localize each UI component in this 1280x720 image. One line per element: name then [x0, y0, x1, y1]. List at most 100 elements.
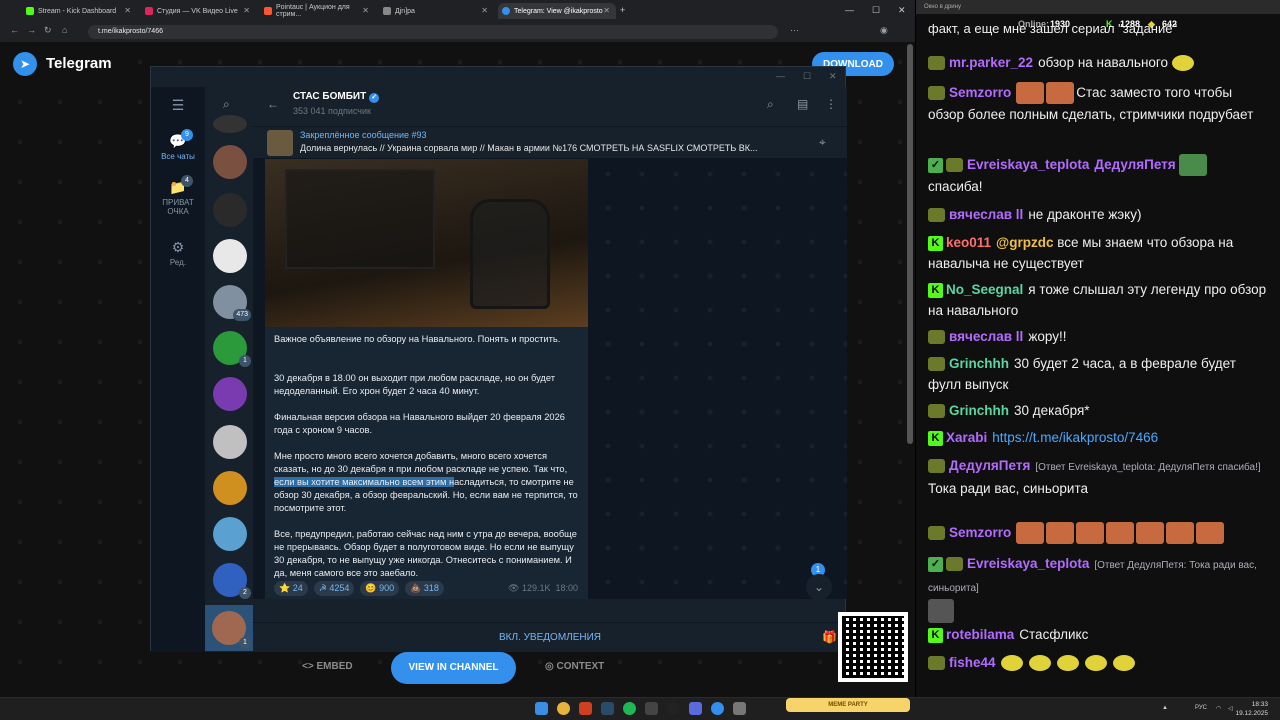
close-tab-icon[interactable]: ✕ — [362, 6, 369, 15]
chat-avatar[interactable] — [213, 377, 247, 411]
telegram-brand: Telegram — [46, 55, 112, 72]
kick-badge-icon: K — [928, 627, 943, 643]
new-tab-icon[interactable]: + — [620, 5, 625, 15]
chat-avatar[interactable]: 473 — [213, 285, 251, 321]
chat-message: Semzorro — [928, 522, 1268, 545]
cap-icon — [928, 208, 945, 223]
check-badge-icon: ✓ — [928, 556, 943, 572]
reaction-hammer-sickle[interactable]: ☭ 4254 — [313, 581, 355, 596]
menu-icon[interactable]: ☰ — [151, 97, 205, 116]
back-arrow-icon[interactable]: ← — [267, 97, 279, 111]
browser-tab-3[interactable]: Pointauc | Аукцион для стрим... ✕ — [260, 3, 375, 19]
forward-icon[interactable]: → — [27, 25, 36, 35]
discord-icon[interactable] — [689, 702, 702, 715]
telegram-icon[interactable] — [711, 702, 724, 715]
chat-avatar-selected[interactable]: 1 — [205, 605, 253, 651]
browser-tab-active[interactable]: Telegram: View @ikakprosto ✕ — [498, 3, 616, 19]
channel-post[interactable]: Важное объявление по обзору на Навальног… — [265, 159, 588, 599]
cap-icon — [946, 557, 963, 572]
spotify-icon[interactable] — [623, 702, 636, 715]
channel-title[interactable]: СТАС БОМБИТ ✓ — [293, 91, 380, 103]
sidebar-toggle-icon[interactable]: ▤ — [797, 97, 808, 111]
browser-tab-1[interactable]: Stream - Kick Dashboard ✕ — [22, 3, 137, 19]
wifi-icon[interactable]: ◠ — [1216, 705, 1221, 712]
reaction-smile[interactable]: 😊 900 — [360, 581, 400, 596]
chat-message: Krotebilama Стасфликс — [928, 624, 1268, 645]
chat-link[interactable]: https://t.me/ikakprosto/7466 — [992, 430, 1158, 445]
app-icon[interactable] — [733, 702, 746, 715]
chat-message: K No_Seegnal я тоже слышал эту легенду про… — [928, 282, 1267, 318]
minimize-icon[interactable]: — — [845, 5, 854, 15]
chrome-icon[interactable] — [557, 702, 570, 715]
channel-header: ← СТАС БОМБИТ ✓ 353 041 подписчик ⌕ ▤ ⋮ — [253, 87, 847, 127]
kick-badge-icon: K — [928, 282, 943, 298]
chat-avatar[interactable] — [213, 517, 247, 551]
scroll-down-button[interactable]: ⌄ — [806, 574, 832, 599]
emote-icon — [928, 599, 954, 623]
chat-avatar[interactable]: 2 — [213, 563, 251, 599]
close-tab-icon[interactable]: ✕ — [124, 6, 131, 15]
browser-tab-2[interactable]: Студия — VK Видео Live ✕ — [141, 3, 256, 19]
more-icon[interactable]: ⋮ — [825, 97, 837, 111]
subscriber-count: 353 041 подписчик — [293, 106, 371, 116]
app-icon[interactable] — [579, 702, 592, 715]
extensions-icon[interactable]: ⋯ — [790, 25, 799, 36]
reaction-poop[interactable]: 💩 318 — [405, 581, 444, 596]
pinned-message[interactable]: Закреплённое сообщение #93 Долина вернул… — [253, 127, 847, 159]
volume-icon[interactable]: ◁ — [1228, 705, 1233, 712]
view-in-channel-button[interactable]: VIEW IN CHANNEL — [391, 652, 516, 684]
folder-edit[interactable]: ⚙ Ред. — [151, 239, 205, 267]
tg-close-icon[interactable]: ✕ — [829, 71, 837, 82]
embed-button[interactable]: <> EMBED — [302, 661, 353, 672]
reaction-star[interactable]: ⭐ 24 — [274, 581, 308, 596]
chat-message: fishe44 — [928, 652, 1268, 673]
check-badge-icon: ✓ — [928, 157, 943, 173]
chat-avatar[interactable] — [213, 239, 247, 273]
chat-avatar[interactable] — [213, 471, 247, 505]
app-icon[interactable] — [645, 702, 658, 715]
pointauc-icon — [264, 7, 272, 15]
close-tab-icon[interactable]: ✕ — [481, 6, 488, 15]
tg-maximize-icon[interactable]: ☐ — [803, 71, 811, 82]
close-tab-icon[interactable]: ✕ — [603, 6, 610, 15]
folder-private[interactable]: 📁 ПРИВАТ ОЧКА 4 — [151, 175, 205, 216]
back-icon[interactable]: ← — [10, 25, 19, 35]
folder-all-chats[interactable]: 💬 Все чаты 9 — [151, 129, 205, 161]
tray-arrow-icon[interactable]: ▲ — [1162, 705, 1168, 711]
post-photo[interactable] — [265, 159, 588, 327]
maximize-icon[interactable]: ☐ — [872, 5, 880, 16]
chat-message: вячеслав ll не драконте жэку) — [928, 204, 1268, 225]
language-indicator[interactable]: РУС — [1195, 705, 1207, 711]
close-tab-icon[interactable]: ✕ — [243, 6, 250, 15]
pinned-list-icon[interactable]: ⌖ — [819, 135, 826, 150]
context-button[interactable]: ◎ CONTEXT — [545, 661, 604, 672]
chat-avatar[interactable] — [213, 115, 247, 133]
cap-icon — [946, 158, 963, 173]
profile-icon[interactable]: ◉ — [880, 25, 888, 36]
enable-notifications-button[interactable]: ВКЛ. УВЕДОМЛЕНИЯ 🎁 — [253, 622, 847, 652]
gift-icon[interactable]: 🎁 — [822, 631, 837, 643]
reload-icon[interactable]: ↻ — [44, 25, 52, 36]
chat-avatar[interactable] — [213, 193, 247, 227]
search-icon[interactable]: ⌕ — [223, 97, 230, 112]
chat-message: факт, а еще мне зашел сериал "задание" — [928, 24, 1178, 36]
steam-icon[interactable] — [601, 702, 614, 715]
page-scrollbar[interactable] — [907, 44, 913, 444]
clock[interactable]: 18:33 19.12.2025 — [1235, 700, 1268, 718]
windows-start-icon[interactable] — [535, 702, 548, 715]
chat-avatar[interactable] — [213, 145, 247, 179]
cap-icon — [928, 656, 945, 671]
globe-icon: ◎ — [545, 661, 554, 672]
browser-tab-4[interactable]: Дjn]pa ✕ — [379, 3, 494, 19]
search-icon[interactable]: ⌕ — [767, 97, 774, 112]
chat-avatar[interactable]: 1 — [213, 331, 251, 367]
address-bar[interactable]: t.me/ikakprosto/7466 — [88, 25, 778, 39]
tg-minimize-icon[interactable]: — — [776, 71, 785, 81]
obs-icon[interactable] — [667, 702, 680, 715]
close-window-icon[interactable]: ✕ — [898, 5, 906, 16]
message-area: Важное объявление по обзору на Навальног… — [253, 159, 847, 599]
cap-icon — [928, 357, 945, 372]
chat-avatar[interactable] — [213, 425, 247, 459]
telegram-window: — ☐ ✕ ☰ 💬 Все чаты 9 📁 ПРИВАТ ОЧКА 4 ⚙ Ред. ⌕… — [150, 66, 847, 652]
home-icon[interactable]: ⌂ — [62, 25, 67, 35]
